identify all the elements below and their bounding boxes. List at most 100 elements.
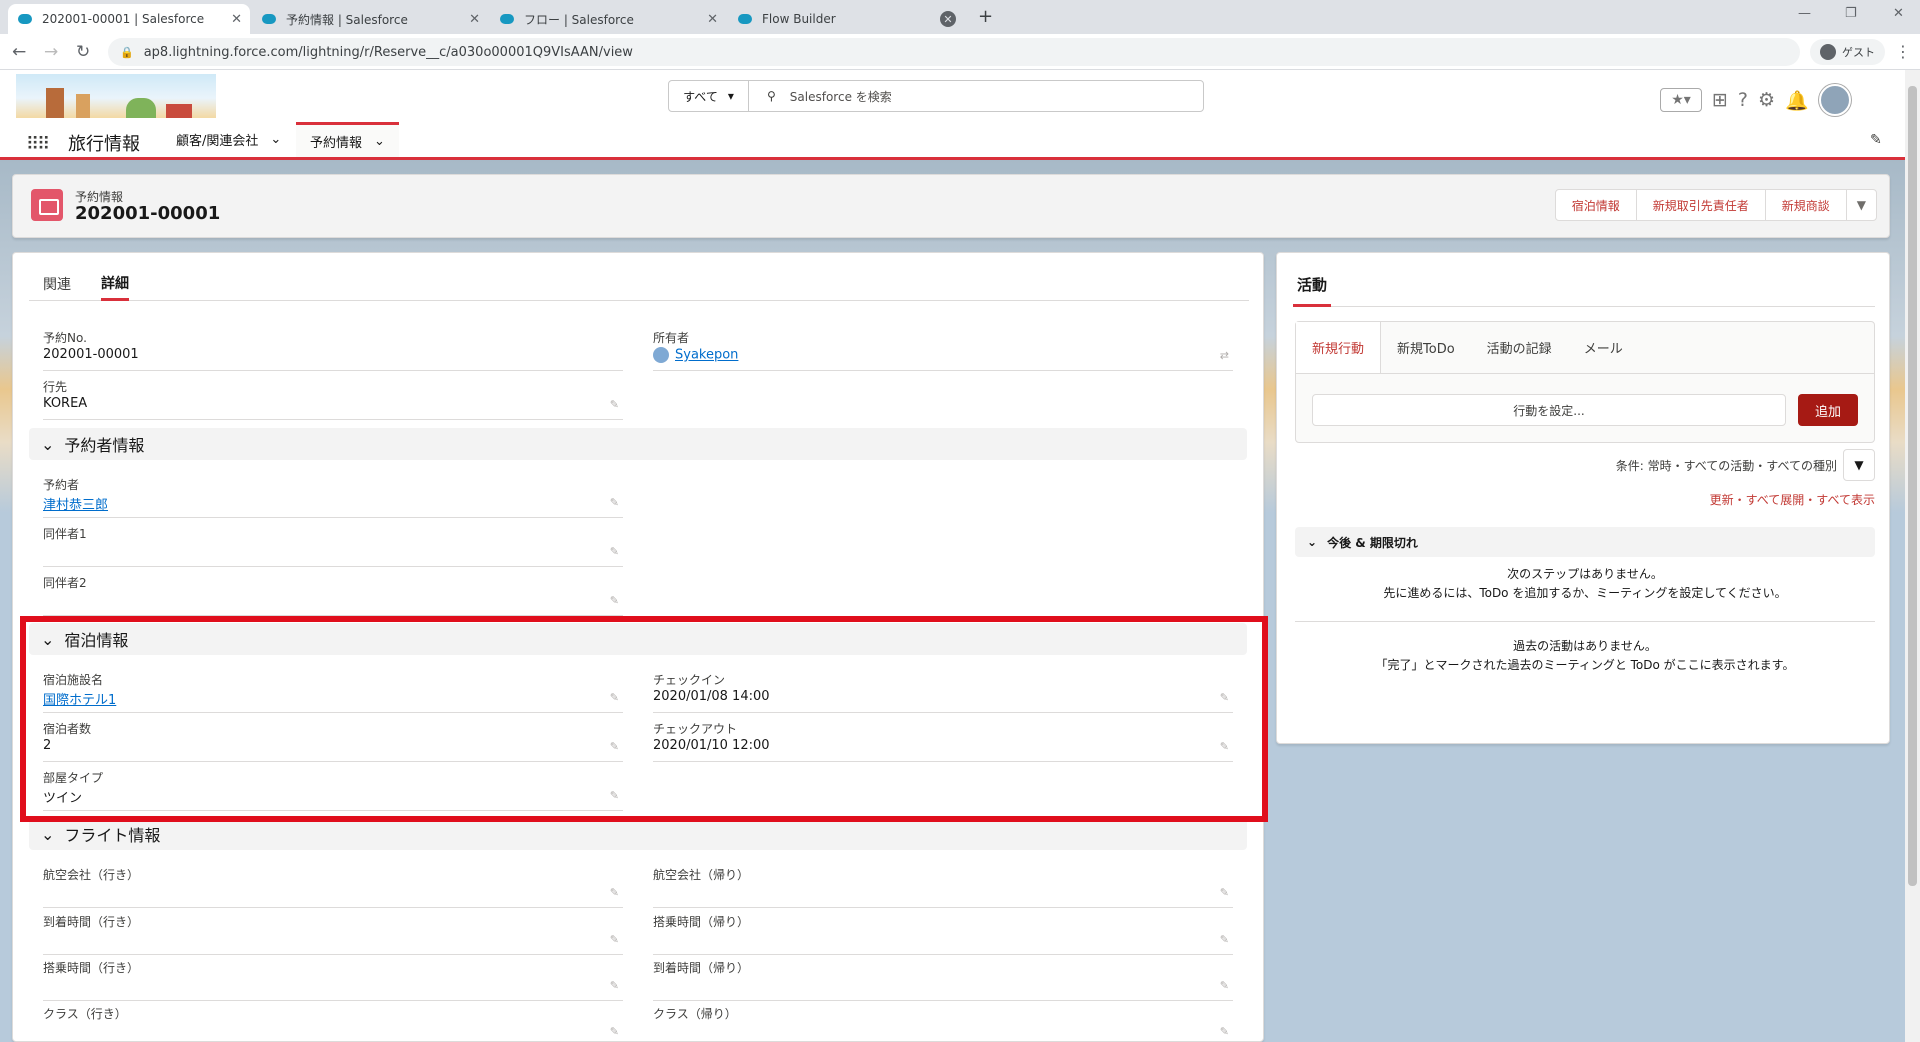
nav-item-accounts[interactable]: 顧客/関連会社 ⌄: [162, 122, 295, 157]
field-arrival-out: 到着時間（行き） ✎: [43, 907, 623, 955]
field-companion1: 同伴者1 ✎: [43, 519, 623, 567]
field-class-return: クラス（帰り） ✎: [653, 999, 1233, 1042]
field-label: 予約No.: [43, 331, 87, 345]
new-contact-button[interactable]: 新規取引先責任者: [1637, 190, 1766, 220]
profile-button[interactable]: ゲスト: [1810, 39, 1885, 65]
url-field[interactable]: 🔒 ap8.lightning.force.com/lightning/r/Re…: [108, 38, 1800, 66]
tab-log-call[interactable]: 活動の記録: [1471, 322, 1568, 373]
salesforce-cloud-icon: [738, 14, 752, 24]
add-button[interactable]: 追加: [1798, 394, 1858, 426]
search-placeholder: Salesforce を検索: [789, 89, 892, 104]
browser-tab-flow[interactable]: フロー | Salesforce ✕: [490, 4, 726, 34]
favorites-star-icon[interactable]: ★▾: [1660, 88, 1702, 112]
page-scrollbar[interactable]: [1905, 70, 1920, 1042]
browser-tab-title: Flow Builder: [762, 12, 836, 26]
edit-pencil-icon[interactable]: ✎: [1220, 979, 1229, 992]
guest-label: ゲスト: [1842, 46, 1875, 59]
edit-pencil-icon[interactable]: ✎: [610, 979, 619, 992]
new-tab-plus-icon[interactable]: +: [978, 6, 993, 27]
edit-pencil-icon[interactable]: ✎: [610, 496, 619, 509]
chevron-down-icon[interactable]: ⌄: [270, 132, 281, 147]
tab-new-event[interactable]: 新規行動: [1296, 322, 1382, 373]
section-flight[interactable]: ⌄ フライト情報: [29, 818, 1247, 850]
field-label: 到着時間（行き）: [43, 915, 140, 929]
chevron-down-icon[interactable]: ⌄: [374, 134, 385, 149]
stay-info-button[interactable]: 宿泊情報: [1556, 190, 1637, 220]
org-logo[interactable]: [16, 74, 216, 118]
setup-gear-icon[interactable]: ⚙: [1758, 89, 1775, 111]
back-icon[interactable]: ←: [12, 42, 26, 62]
edit-pencil-icon[interactable]: ✎: [1220, 933, 1229, 946]
edit-pencil-icon[interactable]: ✎: [610, 933, 619, 946]
filter-funnel-icon[interactable]: ▼: [1843, 449, 1875, 481]
close-tab-icon[interactable]: ✕: [940, 11, 956, 27]
field-label: 同伴者2: [43, 576, 87, 590]
app-launcher-icon[interactable]: ⠿⠿: [26, 134, 50, 155]
browser-tab-reserve-list[interactable]: 予約情報 | Salesforce ✕: [252, 4, 488, 34]
field-label: 搭乗時間（行き）: [43, 961, 140, 975]
forward-icon[interactable]: →: [44, 42, 58, 62]
nav-item-reserve[interactable]: 予約情報 ⌄: [296, 122, 399, 157]
reserver-link[interactable]: 津村恭三郎: [43, 494, 108, 513]
global-actions-plus-icon[interactable]: ⊞: [1712, 89, 1728, 111]
notifications-bell-icon[interactable]: 🔔: [1785, 89, 1809, 112]
browser-tab-record[interactable]: 202001-00001 | Salesforce ✕: [8, 4, 250, 34]
search-input[interactable]: ⚲ Salesforce を検索: [749, 81, 892, 111]
field-value: 202001-00001: [43, 347, 139, 362]
browser-tab-flow-builder[interactable]: Flow Builder ✕: [728, 4, 964, 34]
field-owner: 所有者 Syakepon ⇄: [653, 323, 1233, 371]
edit-pencil-icon[interactable]: ✎: [1220, 886, 1229, 899]
minimize-icon[interactable]: —: [1798, 6, 1811, 21]
timeline-links[interactable]: 更新・すべて展開・すべて表示: [1293, 491, 1875, 508]
app-navigation: ⠿⠿ 旅行情報 顧客/関連会社 ⌄ 予約情報 ⌄ ✎: [0, 122, 1905, 160]
close-window-icon[interactable]: ✕: [1893, 6, 1904, 21]
field-label: クラス（行き）: [43, 1007, 127, 1021]
reload-icon[interactable]: ↻: [76, 42, 90, 62]
owner-value: Syakepon: [653, 347, 738, 363]
record-actions: 宿泊情報 新規取引先責任者 新規商談 ▼: [1554, 189, 1877, 221]
edit-pencil-icon[interactable]: ✎: [1220, 1025, 1229, 1038]
change-owner-icon[interactable]: ⇄: [1220, 349, 1229, 362]
browser-tab-title: 202001-00001 | Salesforce: [42, 12, 205, 26]
chevron-down-icon: ⌄: [1307, 535, 1318, 549]
detail-tabs: 関連 詳細: [29, 267, 1249, 301]
field-arrival-return: 到着時間（帰り） ✎: [653, 953, 1233, 1001]
section-reserver[interactable]: ⌄ 予約者情報: [29, 428, 1247, 460]
event-input[interactable]: 行動を設定...: [1312, 394, 1786, 426]
close-tab-icon[interactable]: ✕: [469, 12, 480, 27]
highlight-box: [20, 616, 1268, 822]
salesforce-cloud-icon: [262, 14, 276, 24]
field-label: 到着時間（帰り）: [653, 961, 750, 975]
no-past-activity-message: 過去の活動はありません。 「完了」とマークされた過去のミーティングと ToDo …: [1295, 637, 1875, 675]
tab-new-task[interactable]: 新規ToDo: [1381, 322, 1471, 373]
edit-pencil-icon[interactable]: ✎: [610, 1025, 619, 1038]
search-scope-dropdown[interactable]: すべて ▾: [669, 81, 749, 111]
tab-details[interactable]: 詳細: [101, 267, 129, 301]
edit-pencil-icon[interactable]: ✎: [610, 886, 619, 899]
help-icon[interactable]: ?: [1738, 89, 1748, 111]
tab-activity[interactable]: 活動: [1293, 267, 1332, 307]
upcoming-overdue-section[interactable]: ⌄ 今後 & 期限切れ: [1295, 527, 1875, 557]
browser-tab-title: フロー | Salesforce: [524, 12, 634, 27]
restore-icon[interactable]: ❐: [1845, 6, 1857, 21]
tab-related[interactable]: 関連: [43, 267, 71, 301]
owner-link[interactable]: Syakepon: [675, 348, 738, 363]
nav-item-label: 顧客/関連会社: [176, 134, 259, 149]
edit-pencil-icon[interactable]: ✎: [610, 545, 619, 558]
user-avatar[interactable]: [1818, 84, 1851, 116]
edit-pencil-icon[interactable]: ✎: [610, 594, 619, 607]
edit-nav-pencil-icon[interactable]: ✎: [1870, 132, 1882, 148]
browser-menu-icon[interactable]: ⋮: [1895, 42, 1911, 61]
record-header: 予約情報 202001-00001 宿泊情報 新規取引先責任者 新規商談 ▼: [12, 174, 1890, 238]
new-opportunity-button[interactable]: 新規商談: [1766, 190, 1847, 220]
close-tab-icon[interactable]: ✕: [707, 12, 718, 27]
more-actions-chevron-icon[interactable]: ▼: [1847, 190, 1876, 220]
field-airline-out: 航空会社（行き） ✎: [43, 860, 623, 908]
tab-email[interactable]: メール: [1568, 322, 1639, 373]
browser-tab-title: 予約情報 | Salesforce: [286, 12, 408, 27]
message-line: 「完了」とマークされた過去のミーティングと ToDo がここに表示されます。: [1375, 658, 1795, 672]
field-airline-return: 航空会社（帰り） ✎: [653, 860, 1233, 908]
close-tab-icon[interactable]: ✕: [231, 12, 242, 27]
global-search: すべて ▾ ⚲ Salesforce を検索: [668, 80, 1204, 112]
edit-pencil-icon[interactable]: ✎: [610, 398, 619, 411]
